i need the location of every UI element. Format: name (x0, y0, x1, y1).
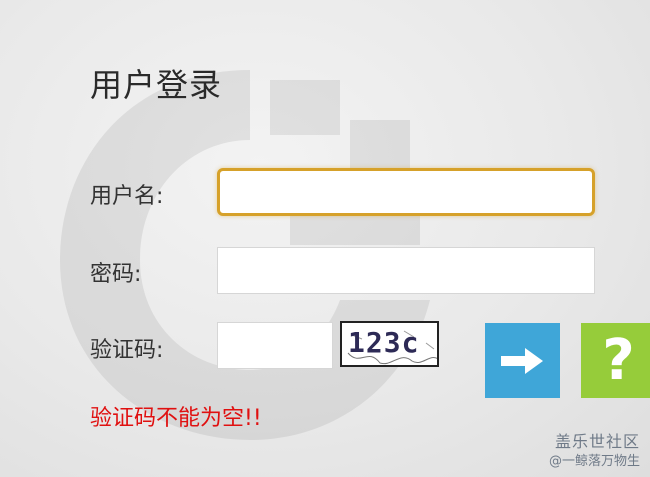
captcha-input[interactable] (217, 322, 333, 369)
watermark-author: @一鲸落万物生 (548, 454, 640, 469)
watermark-community: 盖乐世社区 (554, 432, 640, 451)
arrow-right-icon (500, 347, 543, 374)
question-icon: ? (602, 327, 635, 393)
captcha-label: 验证码: (90, 338, 164, 363)
username-input[interactable] (217, 168, 595, 216)
password-input[interactable] (217, 247, 595, 294)
help-button[interactable]: ? (581, 323, 650, 398)
page-title: 用户登录 (90, 66, 223, 104)
password-label: 密码: (90, 262, 142, 287)
captcha-image[interactable]: 123c (340, 321, 439, 367)
error-message: 验证码不能为空!! (90, 406, 262, 431)
submit-button[interactable] (485, 323, 560, 398)
username-label: 用户名: (90, 184, 164, 209)
captcha-text: 123c (348, 326, 420, 359)
